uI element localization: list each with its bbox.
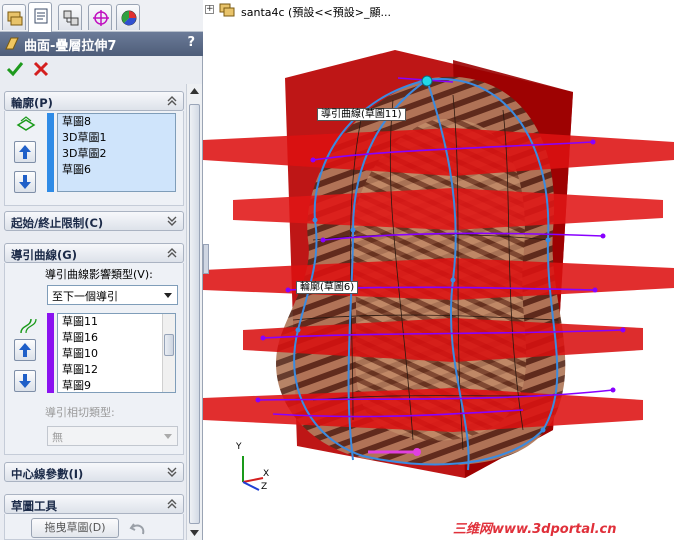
scroll-thumb[interactable] (189, 104, 200, 524)
manager-tabs (0, 0, 203, 32)
section-title-start-end: 起始/終止限制(C) (11, 216, 104, 230)
appearance-icon (121, 10, 137, 26)
section-title-centerline: 中心線參數(I) (11, 467, 84, 481)
section-title-sketch-tools: 草圖工具 (11, 499, 57, 513)
feature-title: 曲面-疊層拉伸7 (24, 39, 117, 54)
loft-icon (5, 37, 19, 50)
collapse-chevron-icon[interactable] (165, 246, 179, 260)
collapse-chevron-icon[interactable] (165, 497, 179, 511)
bottom-handle-point[interactable] (413, 448, 421, 456)
list-item[interactable]: 草圖16 (58, 330, 175, 346)
ok-button[interactable] (6, 60, 24, 78)
influence-type-value: 至下一個導引 (52, 290, 118, 303)
help-button[interactable]: ? (187, 35, 195, 50)
section-header-sketch-tools[interactable]: 草圖工具 (4, 494, 184, 514)
guide-list-scrollbar[interactable] (162, 314, 175, 392)
tab-property-manager[interactable] (28, 2, 52, 32)
list-item[interactable]: 草圖9 (58, 378, 175, 394)
section-body-profile: 草圖8 3D草圖1 3D草圖2 草圖6 (4, 111, 184, 206)
move-up-button[interactable] (14, 141, 36, 163)
arrow-down-icon (19, 175, 31, 189)
section-header-profile[interactable]: 輪廓(P) (4, 91, 184, 111)
guide-curve-icon (20, 318, 37, 334)
influence-type-label: 導引曲線影響類型(V): (45, 268, 153, 281)
section-title-guides: 導引曲線(G) (11, 248, 77, 262)
list-item[interactable]: 3D草圖1 (58, 130, 175, 146)
section-header-start-end[interactable]: 起始/終止限制(C) (4, 211, 184, 231)
guide-curve-callout[interactable]: 導引曲線(草圖11) (317, 108, 406, 121)
scroll-down-arrow-icon[interactable] (189, 528, 200, 538)
panel-scrollbar[interactable] (186, 84, 202, 540)
section-body-sketch-tools: 拖曳草圖(D) (4, 514, 184, 540)
feature-tree-flyout: + santa4c (預設<<預設>_顯... (203, 0, 674, 20)
tab-configuration-manager[interactable] (58, 4, 82, 30)
part-icon[interactable] (218, 2, 236, 18)
list-item[interactable]: 草圖12 (58, 362, 175, 378)
section-header-centerline[interactable]: 中心線參數(I) (4, 462, 184, 482)
configuration-icon (63, 10, 79, 26)
profile-callout[interactable]: 輪廓(草圖6) (296, 281, 359, 294)
tangency-type-label: 導引相切類型: (45, 406, 115, 419)
axis-x-label: X (263, 469, 270, 479)
model-scene[interactable] (203, 0, 674, 540)
list-item[interactable]: 草圖6 (58, 162, 175, 178)
part-name[interactable]: santa4c (預設<<預設>_顯... (241, 4, 391, 20)
tab-dimxpert[interactable] (88, 4, 112, 30)
graphics-viewport[interactable]: + santa4c (預設<<預設>_顯... 導引曲線(草圖11) 輪廓(草圖… (203, 0, 674, 540)
arrow-down-icon (19, 374, 31, 388)
feature-tree-icon (7, 11, 23, 26)
cancel-button[interactable] (32, 60, 50, 78)
tangency-type-select[interactable]: 無 (47, 426, 178, 446)
profile-color-bar (47, 113, 54, 192)
arrow-up-icon (19, 343, 31, 357)
section-body-guides: 導引曲線影響類型(V): 至下一個導引 草圖11 草圖16 草圖10 草圖12 … (4, 263, 184, 455)
connector-point[interactable] (421, 75, 433, 87)
section-title-profile: 輪廓(P) (11, 96, 53, 110)
feature-title-bar: 曲面-疊層拉伸7 ? (0, 32, 203, 56)
profile-list[interactable]: 草圖8 3D草圖1 3D草圖2 草圖6 (57, 113, 176, 192)
move-down-button[interactable] (14, 370, 36, 392)
profile-selection-icon (16, 116, 36, 131)
scroll-up-arrow-icon[interactable] (189, 86, 200, 96)
axis-triad (242, 456, 264, 491)
tab-feature-manager[interactable] (2, 4, 26, 30)
scroll-thumb[interactable] (164, 334, 174, 356)
influence-type-select[interactable]: 至下一個導引 (47, 285, 178, 305)
property-icon (34, 8, 48, 24)
axis-y-label: Y (236, 442, 242, 452)
panel-dock-handle[interactable] (203, 244, 209, 274)
ok-cancel-bar (0, 56, 203, 82)
axis-z-label: Z (261, 482, 268, 492)
dropdown-arrow-icon (164, 434, 172, 439)
list-item[interactable]: 3D草圖2 (58, 146, 175, 162)
drag-sketch-button[interactable]: 拖曳草圖(D) (31, 518, 119, 538)
undo-icon[interactable] (129, 520, 147, 536)
section-header-guides[interactable]: 導引曲線(G) (4, 243, 184, 263)
guide-color-bar (47, 313, 54, 393)
dropdown-arrow-icon (164, 293, 172, 298)
expand-tree-icon[interactable]: + (205, 5, 214, 14)
property-manager: 曲面-疊層拉伸7 ? 輪廓(P) 草圖8 3D草圖1 3D草圖2 草圖6 起始/… (0, 0, 203, 540)
list-item[interactable]: 草圖10 (58, 346, 175, 362)
collapse-chevron-icon[interactable] (165, 94, 179, 108)
move-up-button[interactable] (14, 339, 36, 361)
guide-curve-list[interactable]: 草圖11 草圖16 草圖10 草圖12 草圖9 (57, 313, 176, 393)
list-item[interactable]: 草圖8 (58, 114, 175, 130)
tab-display-manager[interactable] (116, 4, 140, 30)
expand-chevron-icon[interactable] (165, 214, 179, 228)
arrow-up-icon (19, 145, 31, 159)
expand-chevron-icon[interactable] (165, 465, 179, 479)
tangency-type-value: 無 (52, 431, 63, 444)
crosshair-icon (93, 10, 109, 26)
watermark: 三维网www.3dportal.cn (453, 522, 617, 537)
list-item[interactable]: 草圖11 (58, 314, 175, 330)
move-down-button[interactable] (14, 171, 36, 193)
